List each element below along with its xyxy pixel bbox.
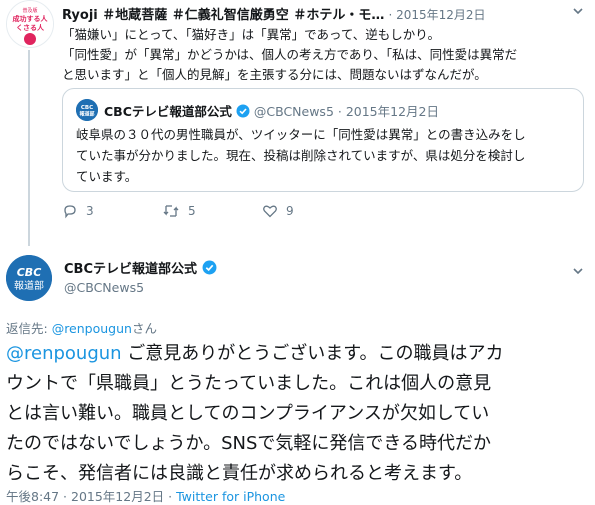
user-display-name[interactable]: Ryoji ＃地蔵菩薩 ＃仁義礼智信厳勇空 ＃ホテル・モ… <box>62 8 384 23</box>
tweet-text: 「猫嫌い」にとって、「猫好き」は「異常」であって、逆もしかり。 「同性愛」が「異… <box>62 25 587 85</box>
quoted-text-line: ています。 <box>76 169 138 184</box>
verified-badge-icon <box>236 104 250 121</box>
retweet-count: 5 <box>188 204 196 218</box>
mention-link[interactable]: @renpougun <box>6 343 122 364</box>
retweet-icon <box>163 205 179 217</box>
reply-context: 返信先: @renpougunさん <box>6 318 157 337</box>
quoted-tweet-header: CBCテレビ報道部公式 @CBCNews5 · 2015年12月2日 <box>104 101 439 121</box>
main-text-line: とは言い難い。職員としてのコンプライアンスが欠如してい <box>6 403 490 424</box>
quoted-handle-date: @CBCNews5 · 2015年12月2日 <box>253 104 439 119</box>
svg-text:CBC: CBC <box>17 266 42 279</box>
main-text-line: たのではないでしょうか。SNSで気軽に発信できる時代だか <box>6 433 492 454</box>
svg-text:CBC: CBC <box>81 105 93 111</box>
reply-suffix: さん <box>131 321 157 336</box>
like-button[interactable]: 9 <box>262 203 294 219</box>
reply-button[interactable]: 3 <box>62 203 94 219</box>
tweet-actions: 3 5 9 <box>62 203 322 223</box>
tweet-text-line: と思います」と「個人的見解」を主張する分には、問題ないはずなんだが。 <box>62 67 487 82</box>
main-text-fragment: ご意見ありがとうございます。この職員はアカ <box>121 343 504 364</box>
tweet-text-line: 「同性愛」が「異常」かどうかは、個人の考え方であり、「私は、同性愛は異常だ <box>62 47 518 62</box>
main-text-line: @renpougun ご意見ありがとうございます。この職員はアカ <box>6 339 591 369</box>
source-link[interactable]: Twitter for iPhone <box>176 489 285 504</box>
main-text-line: ウントで「県職員」とうたっていました。これは個人の意見 <box>6 373 492 394</box>
cbc-avatar[interactable]: CBC 報道部 <box>6 255 52 301</box>
main-handle[interactable]: @CBCNews5 <box>64 280 144 295</box>
main-text-line: らこそ、発信者には良識と責任が求められると考えます。 <box>6 463 473 484</box>
quoted-avatar: CBC 報道部 <box>76 99 98 121</box>
cbc-logo-icon: CBC 報道部 <box>6 255 52 301</box>
chevron-down-icon[interactable] <box>572 2 584 21</box>
like-count: 9 <box>286 204 294 218</box>
heart-icon <box>263 205 277 218</box>
svg-text:普及版: 普及版 <box>22 7 37 14</box>
quoted-text-line: 岐阜県の３０代の男性職員が、ツイッターに「同性愛は異常」との書き込みをし <box>76 127 526 142</box>
reply-to-link[interactable]: @renpougun <box>52 321 132 336</box>
timestamp[interactable]: 午後8:47 · 2015年12月2日 · <box>6 489 176 504</box>
main-tweet-text: @renpougun ご意見ありがとうございます。この職員はアカ ウントで「県職… <box>6 339 591 489</box>
quoted-tweet-text: 岐阜県の３０代の男性職員が、ツイッターに「同性愛は異常」との書き込みをし ていた… <box>76 124 576 187</box>
svg-text:成功する人: 成功する人 <box>13 14 49 23</box>
quoted-display-name: CBCテレビ報道部公式 <box>104 104 232 119</box>
reply-count: 3 <box>86 204 94 218</box>
display-name-text: CBCテレビ報道部公式 <box>64 262 197 277</box>
reply-icon <box>64 205 76 219</box>
svg-text:報道部: 報道部 <box>79 111 94 118</box>
quoted-text-line: ていた事が分かりました。現在、投稿は削除されていますが、県は処分を検討し <box>76 148 526 163</box>
svg-text:くさる人: くさる人 <box>16 23 45 32</box>
retweet-button[interactable]: 5 <box>162 203 196 219</box>
verified-badge-icon <box>202 260 217 279</box>
tweet-date[interactable]: · 2015年12月2日 <box>388 8 485 22</box>
main-display-name[interactable]: CBCテレビ報道部公式 <box>64 258 217 279</box>
tweet-footer: 午後8:47 · 2015年12月2日 · Twitter for iPhone <box>6 486 285 505</box>
svg-text:報道部: 報道部 <box>14 279 44 292</box>
user-avatar[interactable]: 普及版 成功する人 くさる人 <box>6 0 54 48</box>
tweet-text-line: 「猫嫌い」にとって、「猫好き」は「異常」であって、逆もしかり。 <box>62 27 441 42</box>
reply-prefix: 返信先: <box>6 321 52 336</box>
thread-connector <box>28 50 30 246</box>
avatar-image: 普及版 成功する人 くさる人 <box>7 1 53 47</box>
tweet-header: Ryoji ＃地蔵菩薩 ＃仁義礼智信厳勇空 ＃ホテル・モ… · 2015年12月… <box>62 4 552 23</box>
chevron-down-icon[interactable] <box>572 262 584 281</box>
